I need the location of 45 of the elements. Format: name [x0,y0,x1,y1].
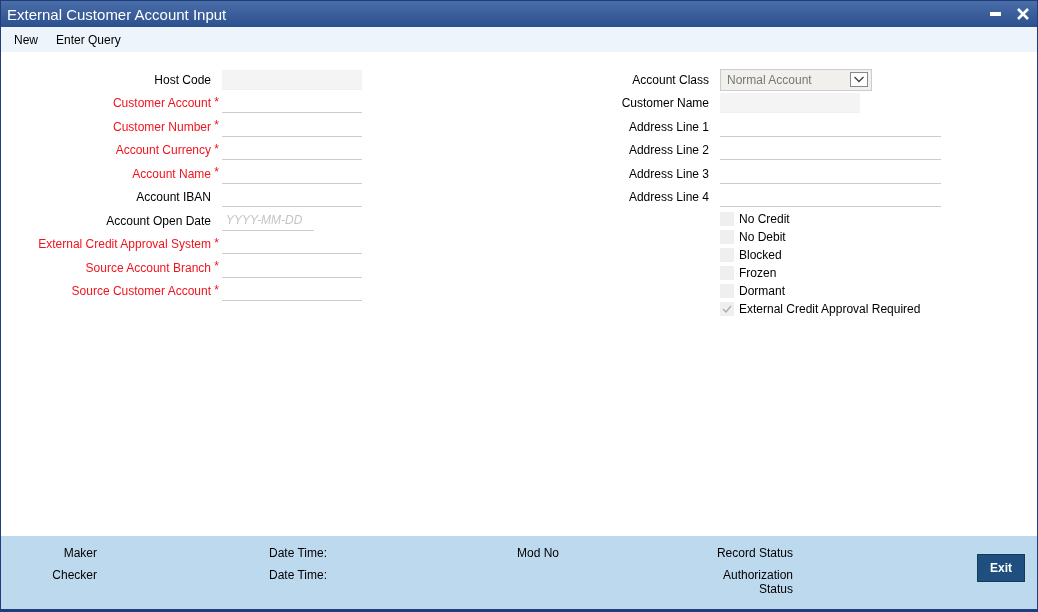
required-marker: * [213,164,220,179]
field-label: Customer Number [111,119,211,134]
minimize-icon[interactable] [990,12,1001,16]
required-marker: * [213,140,220,156]
footer-label: Date Time: [269,546,328,560]
caret-icon [850,72,868,88]
field-label: Source Account Branch [84,260,211,275]
footer-label: Record Status [715,546,793,560]
checkbox-label: No Credit [739,212,790,226]
field-label: Account Open Date [105,213,211,228]
footer-label: Mod No [517,546,560,560]
field-label: Customer Name [620,96,709,111]
field-label: Account Name [131,166,211,181]
close-icon[interactable] [1017,8,1029,20]
field-label: Address Line 4 [627,190,709,205]
checkbox-label: Frozen [739,266,777,280]
footer-label: Maker [63,546,97,560]
required-marker: * [213,258,220,273]
footer-label: Authorization Status [721,568,793,596]
field-label: Customer Account [111,96,211,111]
field-label: Address Line 1 [627,119,709,134]
menu-item[interactable]: Enter Query [56,32,121,47]
required-marker: * [213,234,220,250]
required-marker: * [213,281,220,297]
checkbox[interactable] [720,302,734,316]
window-title: External Customer Account Input [7,5,227,23]
footer-label: Date Time: [269,568,328,582]
checkbox-label: No Debit [739,230,786,244]
field-label: Address Line 2 [627,143,709,158]
field-label: Source Customer Account [70,284,211,299]
field-label: Account Currency [114,143,211,158]
checkbox-label: Dormant [739,284,785,298]
field-label: Address Line 3 [627,166,709,181]
field-label: Host Code [153,72,211,87]
checkbox-label: Blocked [739,248,782,262]
field-label: Account IBAN [135,190,211,205]
account-class-dropdown[interactable]: Normal Account [720,68,872,91]
footer-label: Checker [52,568,97,582]
required-marker: * [213,117,220,132]
menu-item[interactable]: New [14,32,38,47]
field-label: External Credit Approval System [37,237,211,252]
field-label: Account Class [631,72,709,87]
exit-button[interactable]: Exit [977,554,1025,582]
checkbox-label: External Credit Approval Required [739,302,921,316]
required-marker: * [213,93,220,109]
